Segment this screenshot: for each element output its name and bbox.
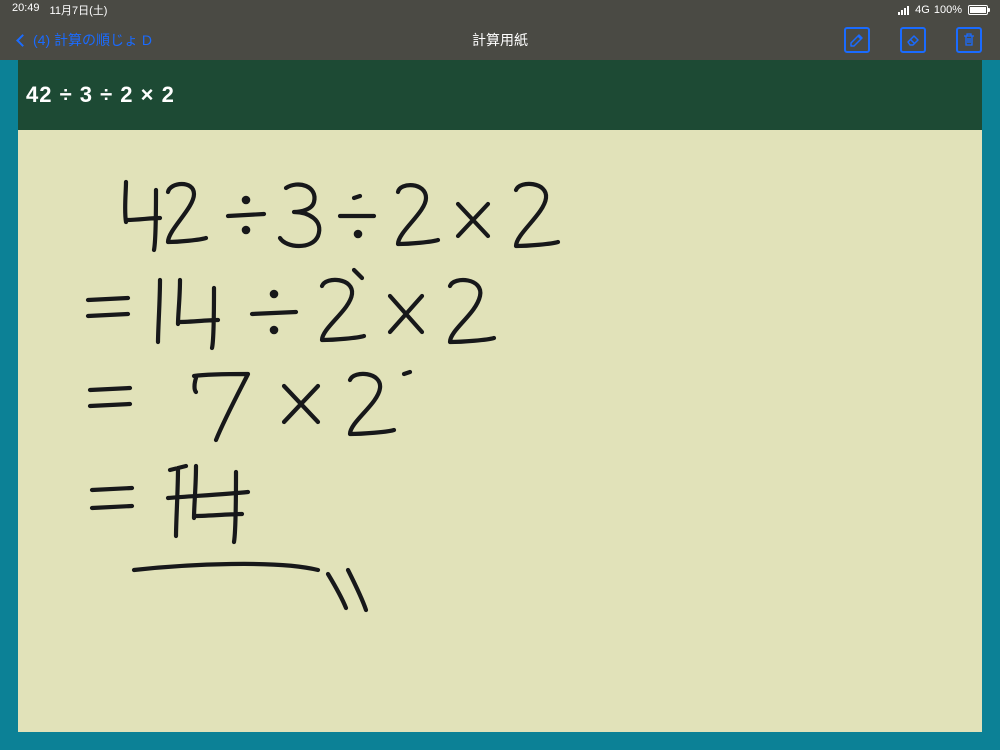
trash-icon bbox=[962, 32, 976, 48]
pencil-icon bbox=[849, 32, 865, 48]
signal-icon bbox=[898, 6, 909, 15]
battery-label: 100% bbox=[934, 4, 962, 16]
page-title: 計算用紙 bbox=[472, 30, 528, 50]
status-bar: 20:49 11月7日(土) 4G 100% bbox=[0, 0, 1000, 20]
battery-icon bbox=[968, 5, 988, 15]
problem-expression: 42 ÷ 3 ÷ 2 × 2 bbox=[26, 82, 175, 108]
nav-bar: (4) 計算の順じょ D 計算用紙 bbox=[0, 20, 1000, 60]
network-label: 4G bbox=[915, 4, 930, 16]
status-date: 11月7日(土) bbox=[50, 2, 108, 18]
eraser-icon bbox=[905, 32, 921, 48]
handwriting-strokes bbox=[18, 130, 982, 732]
status-time: 20:49 bbox=[12, 2, 40, 18]
back-label: (4) 計算の順じょ D bbox=[33, 30, 152, 50]
eraser-button[interactable] bbox=[900, 27, 926, 53]
chevron-left-icon bbox=[16, 34, 29, 47]
problem-bar: 42 ÷ 3 ÷ 2 × 2 bbox=[18, 60, 982, 130]
scratch-canvas[interactable] bbox=[18, 130, 982, 732]
pencil-button[interactable] bbox=[844, 27, 870, 53]
back-button[interactable]: (4) 計算の順じょ D bbox=[18, 30, 152, 50]
trash-button[interactable] bbox=[956, 27, 982, 53]
